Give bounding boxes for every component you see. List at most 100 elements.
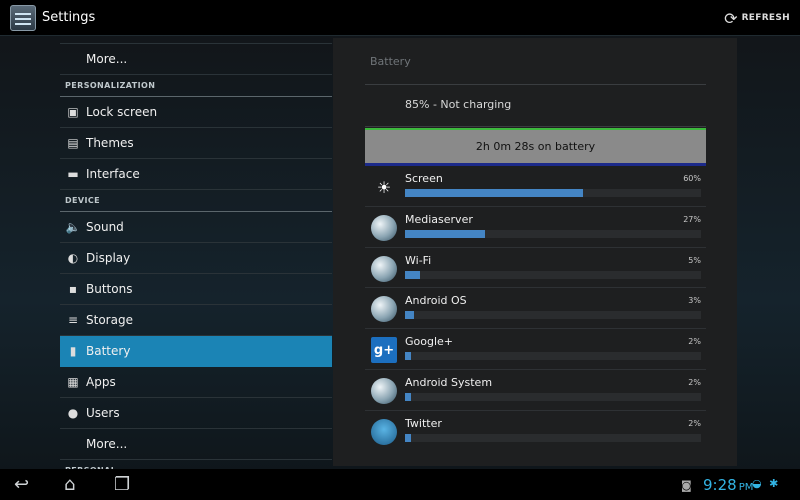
sidebar-item-label: More... [86,52,128,66]
usage-row[interactable]: Android System 2% [365,370,706,411]
usage-percent: 2% [688,418,701,428]
usage-percent: 2% [688,377,701,387]
usage-bar-fill [405,229,485,238]
android-system-icon [371,214,397,241]
home-icon[interactable]: ⌂ [64,474,75,495]
usage-name: Google+ [405,335,454,349]
clock[interactable]: 9:28 PM [703,476,753,494]
refresh-button[interactable]: ⟳ REFRESH [720,6,794,30]
usage-percent: 27% [683,214,701,224]
sidebar-item-more[interactable]: More... [60,429,332,460]
usage-bar-fill [405,433,411,442]
usage-bar-track [405,392,701,401]
action-bar: Settings ⟳ REFRESH [0,0,800,36]
users-icon: ● [67,406,79,420]
usage-name: Wi-Fi [405,253,432,267]
usage-name: Screen [405,172,443,185]
usage-bar-track [405,189,701,197]
usage-bar-fill [405,270,420,279]
page-title: Settings [42,10,96,25]
wifi-icon [371,255,397,282]
usage-bar-fill [405,392,411,401]
sidebar-item-themes[interactable]: ▤ Themes [60,128,332,159]
usage-name: Mediaserver [405,212,473,226]
usage-bar-fill [405,189,583,197]
usage-row[interactable]: g+ Google+ 2% [365,329,706,370]
wifi-bluetooth-icons[interactable]: ◒ ✱ [752,477,780,490]
usage-percent: 60% [683,174,701,183]
settings-app-icon[interactable] [10,4,36,31]
sidebar-item-apps[interactable]: ▦ Apps [60,367,332,398]
themes-icon: ▤ [67,136,79,150]
buttons-icon: ▪ [68,282,78,296]
recent-apps-icon[interactable]: ❐ [114,474,130,495]
twitter-bird-icon [371,418,397,445]
sidebar-item-sound[interactable]: 🔈 Sound [60,212,332,243]
usage-bar-track [405,352,701,361]
section-header: PERSONAL [60,460,332,469]
usage-percent: 3% [688,296,701,306]
system-nav-bar: ↩ ⌂ ❐ ◙ 9:28 PM ◒ ✱ [0,469,800,500]
panel-title: Battery [370,55,411,68]
divider [365,84,706,85]
usage-row[interactable]: ☀ Screen 60% [365,166,706,207]
usage-row[interactable]: Twitter 2% [365,411,706,452]
usage-bar-track [405,311,701,320]
sidebar-item-label: Display [86,251,131,265]
sidebar-item-interface[interactable]: ▬ Interface [60,159,332,190]
sidebar-item-label: Interface [86,167,140,181]
android-os-icon [371,296,397,323]
google-plus-icon: g+ [371,337,397,364]
usage-list: ☀ Screen 60% Mediaserver 27% Wi-Fi 5% Android O… [365,166,706,452]
battery-icon: ▮ [69,344,77,358]
battery-history-graph[interactable]: 2h 0m 28s on battery [365,128,706,166]
sidebar-item-label: Buttons [86,282,133,296]
display-icon: ◐ [67,251,79,265]
refresh-icon: ⟳ [724,8,738,28]
sidebar-item-storage[interactable]: ≡ Storage [60,305,332,336]
sidebar-item-lock-screen[interactable]: ▣ Lock screen [60,97,332,128]
storage-icon: ≡ [67,313,79,327]
usage-name: Twitter [405,416,442,430]
usage-row[interactable]: Android OS 3% [365,288,706,330]
apps-icon: ▦ [67,375,79,389]
usage-row[interactable]: Mediaserver 27% [365,207,706,248]
graph-label: 2h 0m 28s on battery [475,140,596,153]
sidebar-item-label: Storage [86,313,133,327]
usage-name: Android System [405,375,493,389]
battery-status: 85% - Not charging [405,98,512,111]
back-icon[interactable]: ↩ [14,474,29,495]
sidebar-item-display[interactable]: ◐ Display [60,243,332,274]
sidebar-item-more[interactable]: More... [60,44,332,75]
screen-brightness-icon: ☀ [376,177,392,197]
screenshot-notification-icon[interactable]: ◙ [681,479,692,492]
sidebar-item-label: More... [86,437,128,451]
sidebar-item-users[interactable]: ● Users [60,398,332,429]
usage-bar-track [405,229,701,238]
sidebar-item-label: Lock screen [86,105,158,119]
sidebar-item-battery[interactable]: ▮ Battery [60,336,332,367]
usage-row[interactable]: Wi-Fi 5% [365,248,706,289]
sidebar-item-buttons[interactable]: ▪ Buttons [60,274,332,305]
interface-icon: ▬ [67,167,79,181]
android-system-icon [371,377,397,404]
sidebar-item-label: Themes [86,136,134,150]
section-header: PERSONALIZATION [60,75,332,97]
sidebar-item-label: Battery [86,344,131,358]
usage-bar-track [405,433,701,442]
sidebar-item-label: Users [86,406,120,420]
clock-time: 9:28 [703,476,737,494]
sidebar-item-label: Sound [86,220,124,234]
usage-bar-fill [405,352,411,361]
usage-bar-fill [405,311,414,320]
lock-screen-icon: ▣ [67,105,79,119]
section-header: DEVICE [60,190,332,212]
usage-bar-track [405,270,701,279]
sidebar-item-partial[interactable] [60,36,332,44]
speaker-icon: 🔈 [65,220,81,234]
divider [365,126,706,127]
battery-panel: Battery 85% - Not charging 2h 0m 28s on … [333,38,737,466]
settings-sidebar: More... PERSONALIZATION ▣ Lock screen ▤ Theme… [60,36,332,469]
refresh-label: REFRESH [741,13,790,23]
usage-percent: 2% [688,337,701,347]
